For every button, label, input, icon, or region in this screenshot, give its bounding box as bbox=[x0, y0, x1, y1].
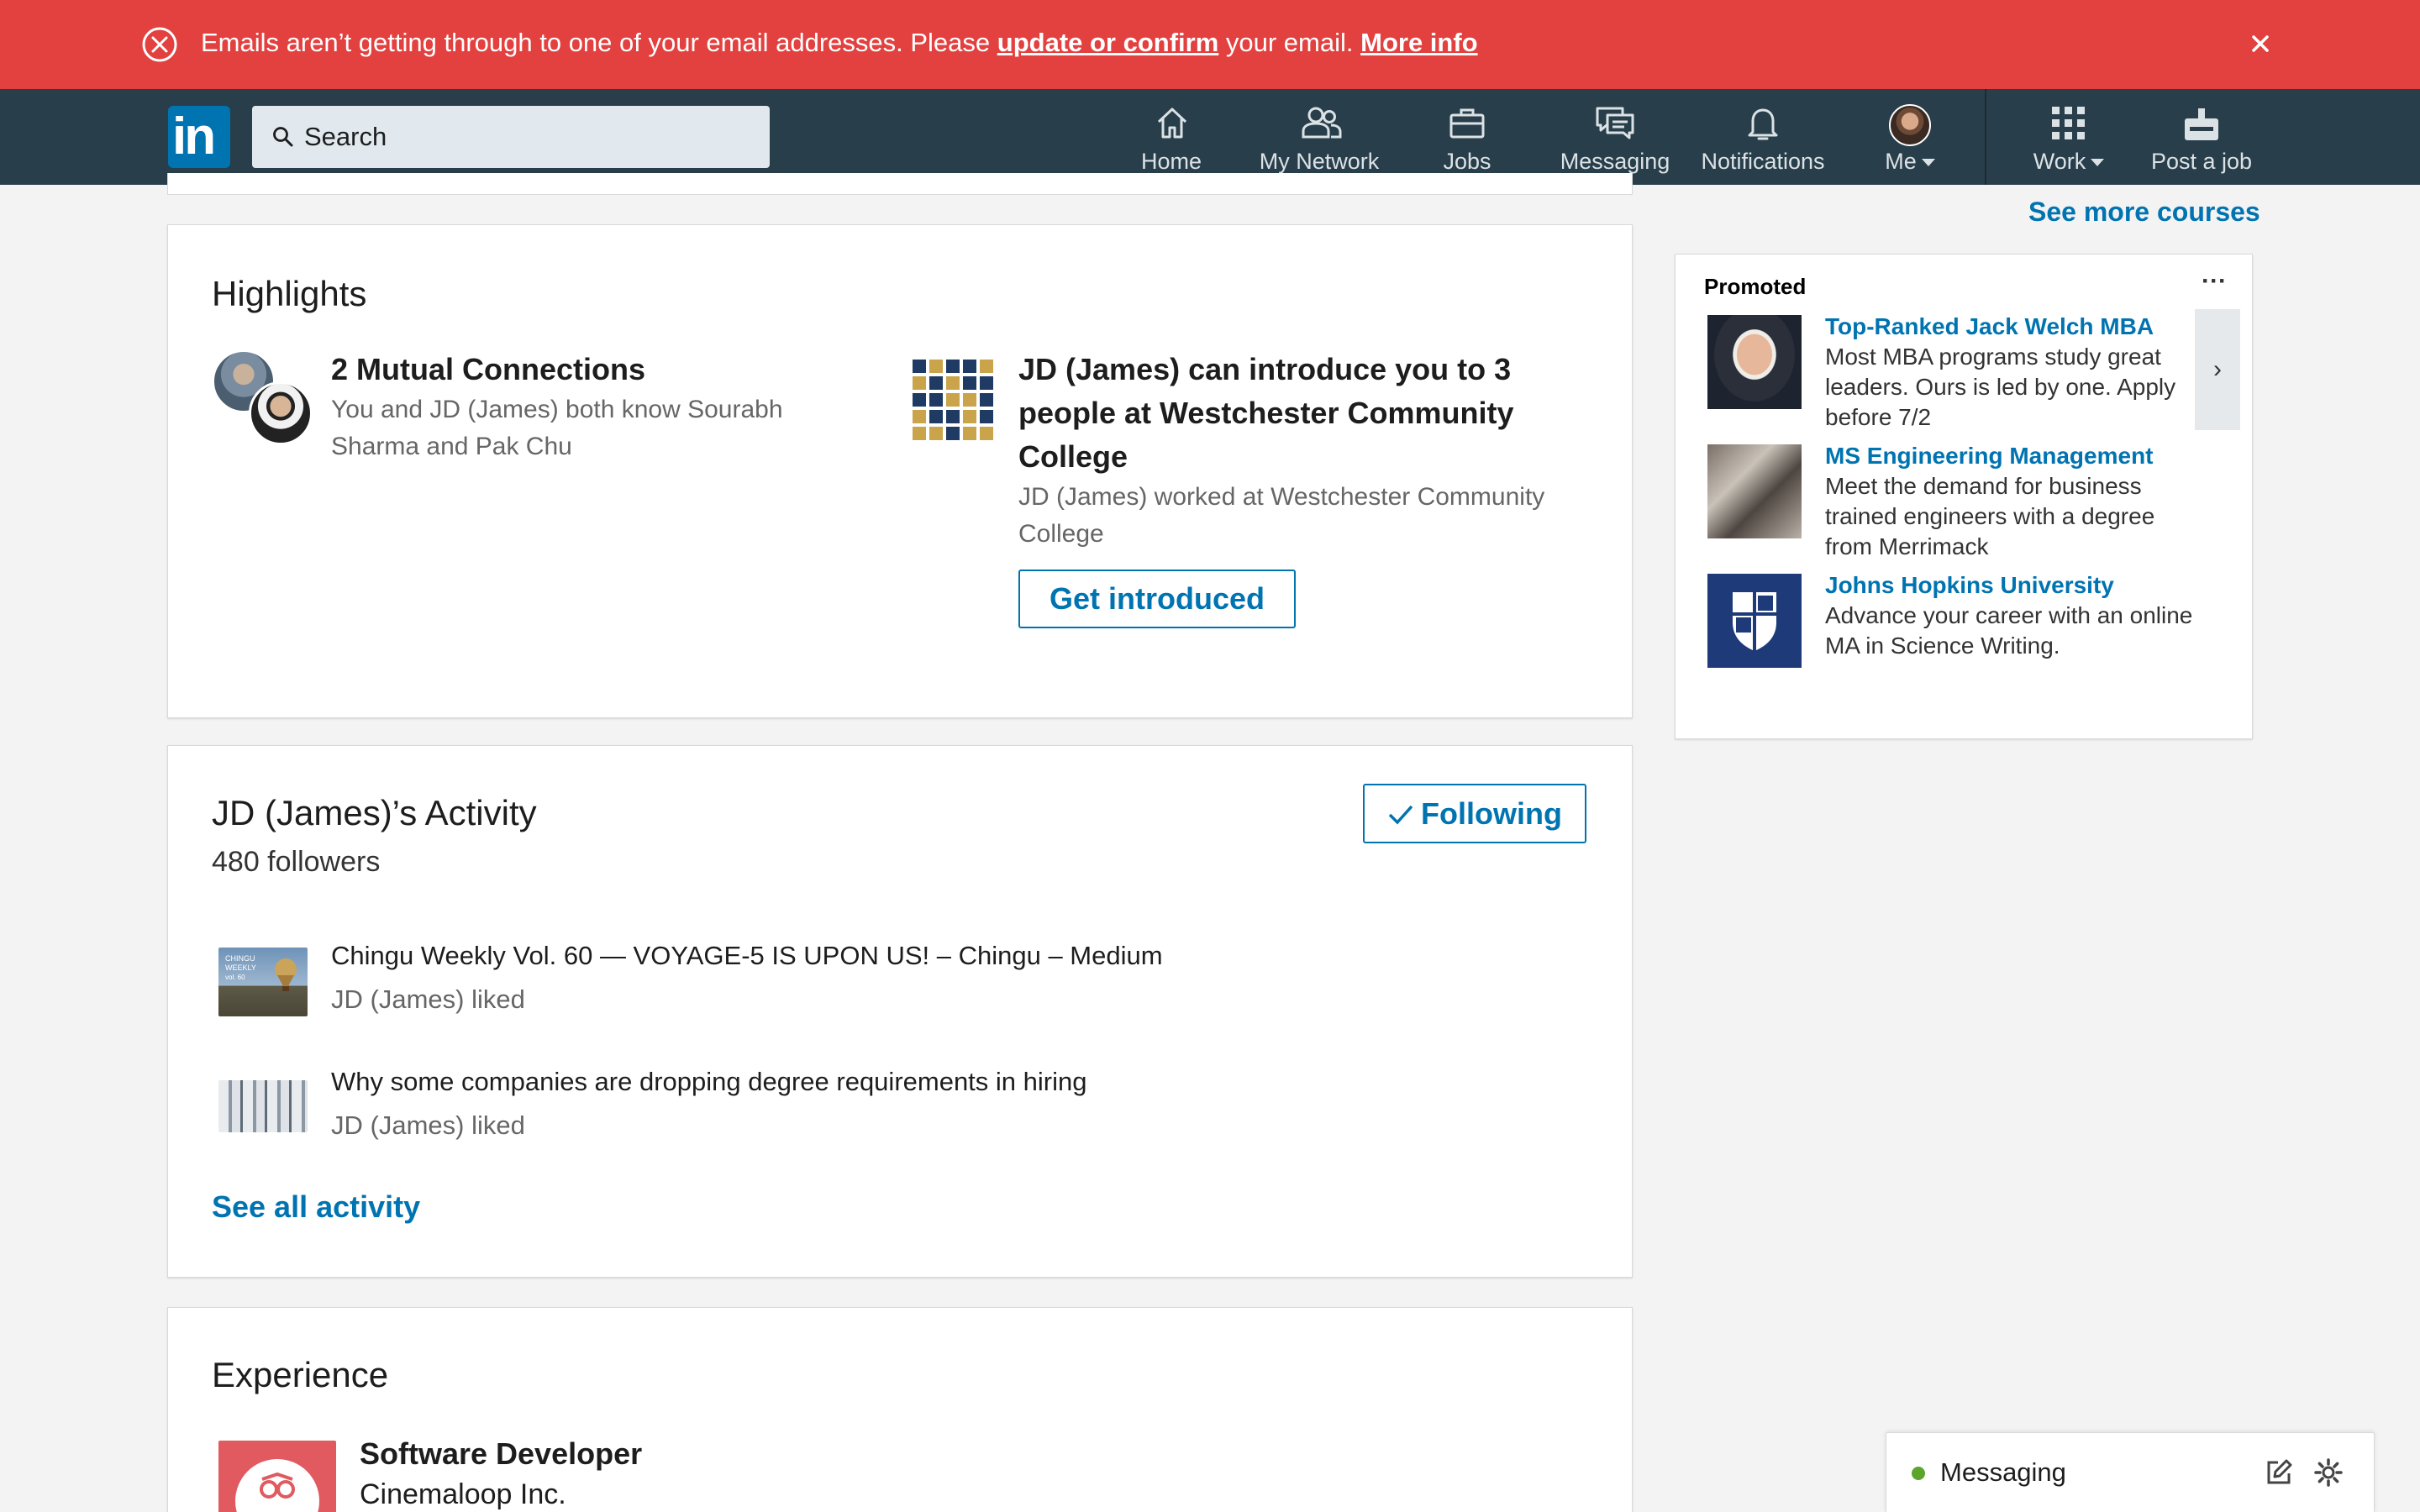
svg-text:vol. 60: vol. 60 bbox=[225, 974, 245, 981]
activity-card: JD (James)’s Activity 480 followers Foll… bbox=[167, 745, 1633, 1278]
nav-my-network-label: My Network bbox=[1259, 149, 1380, 174]
see-all-activity-link[interactable]: See all activity bbox=[212, 1188, 420, 1226]
nav-work[interactable]: Work bbox=[2025, 89, 2112, 185]
nav-home-label: Home bbox=[1140, 149, 1202, 174]
search-icon bbox=[273, 127, 293, 147]
chevron-right-icon[interactable]: › bbox=[2195, 309, 2240, 430]
nav-notifications-label: Notifications bbox=[1701, 149, 1825, 174]
alert-text-before: Emails aren’t getting through to one of … bbox=[201, 28, 997, 57]
email-alert-banner: Emails aren’t getting through to one of … bbox=[0, 0, 2420, 89]
grid-icon bbox=[2052, 107, 2085, 139]
followers-count: 480 followers bbox=[212, 846, 381, 878]
messaging-overlay-label[interactable]: Messaging bbox=[1940, 1453, 2066, 1492]
highlights-card: Highlights 2 Mutual Connections You and … bbox=[167, 224, 1633, 718]
nav-divider bbox=[1985, 89, 1986, 185]
promoted-label: Promoted bbox=[1704, 274, 1807, 299]
nav-me[interactable]: Me bbox=[1872, 89, 1948, 185]
activity-post-2-action: JD (James) liked bbox=[331, 1110, 525, 1140]
chingu-post-thumbnail: CHINGU WEEKLY vol. 60 bbox=[218, 948, 308, 1016]
company-name[interactable]: Cinemaloop Inc. bbox=[360, 1476, 566, 1512]
checkmark-icon bbox=[1388, 805, 1413, 825]
nav-work-label: Work bbox=[2025, 148, 2112, 175]
following-button[interactable]: Following bbox=[1363, 784, 1586, 843]
online-status-icon bbox=[1912, 1467, 1925, 1480]
nav-me-label: Me bbox=[1872, 148, 1948, 175]
avatar bbox=[1889, 104, 1931, 146]
degree-post-thumbnail bbox=[218, 1080, 308, 1132]
error-circle-icon bbox=[142, 27, 177, 62]
chevron-down-icon bbox=[1921, 159, 1935, 167]
messaging-icon bbox=[1596, 107, 1634, 139]
ad-1-title[interactable]: Top-Ranked Jack Welch MBA bbox=[1825, 312, 2154, 342]
nav-jobs[interactable]: Jobs bbox=[1428, 89, 1506, 185]
gear-icon[interactable] bbox=[2313, 1457, 2344, 1488]
hot-air-balloon-icon: CHINGU WEEKLY vol. 60 bbox=[225, 954, 297, 991]
alert-text-middle: your email. bbox=[1218, 28, 1361, 57]
mutual-connection-avatar-2 bbox=[249, 381, 313, 445]
westchester-community-college-logo bbox=[913, 360, 993, 440]
ad-1-desc: Most MBA programs study great leaders. O… bbox=[1825, 344, 2176, 430]
ad-3-desc: Advance your career with an online MA in… bbox=[1825, 602, 2193, 659]
nav-post-job-label: Post a job bbox=[2150, 149, 2253, 174]
merrimack-photo[interactable] bbox=[1707, 444, 1802, 538]
introduction-title[interactable]: JD (James) can introduce you to 3 people… bbox=[1018, 348, 1573, 479]
svg-text:CHINGU: CHINGU bbox=[225, 954, 255, 963]
cinemaloop-logo bbox=[218, 1441, 336, 1512]
nav-post-job[interactable]: Post a job bbox=[2143, 89, 2260, 185]
experience-card: Experience Software Developer Cinemaloop… bbox=[167, 1307, 1633, 1512]
shield-icon bbox=[1733, 592, 1776, 651]
mutual-connections-desc: You and JD (James) both know Sourabh Sha… bbox=[331, 396, 783, 460]
film-reel-icon bbox=[260, 1472, 295, 1499]
search-input[interactable] bbox=[304, 106, 758, 168]
experience-title: Experience bbox=[212, 1355, 389, 1394]
my-network-icon bbox=[1302, 107, 1342, 139]
update-email-link[interactable]: update or confirm bbox=[997, 28, 1219, 57]
jobs-icon bbox=[1449, 108, 1485, 139]
nav-my-network[interactable]: My Network bbox=[1249, 89, 1390, 185]
notifications-icon bbox=[1748, 108, 1778, 140]
introduction-desc: JD (James) worked at Westchester Communi… bbox=[1018, 483, 1545, 548]
following-label: Following bbox=[1421, 795, 1562, 831]
linkedin-logo[interactable]: in bbox=[168, 106, 230, 168]
compose-icon[interactable] bbox=[2265, 1458, 2293, 1487]
more-options-icon[interactable]: ··· bbox=[2202, 266, 2227, 297]
ad-2-title[interactable]: MS Engineering Management bbox=[1825, 441, 2154, 471]
jack-welch-photo[interactable] bbox=[1707, 315, 1802, 409]
post-job-icon bbox=[2185, 108, 2218, 140]
nav-home[interactable]: Home bbox=[1129, 89, 1213, 185]
previous-card-bottom bbox=[167, 173, 1633, 195]
ad-3-title[interactable]: Johns Hopkins University bbox=[1825, 570, 2114, 601]
close-icon[interactable] bbox=[2245, 29, 2275, 59]
chevron-down-icon bbox=[2091, 159, 2105, 167]
nav-notifications[interactable]: Notifications bbox=[1694, 89, 1832, 185]
activity-post-1-action: JD (James) liked bbox=[331, 984, 525, 1014]
nav-work-text: Work bbox=[2033, 149, 2086, 174]
promoted-card: Promoted ··· Top-Ranked Jack Welch MBA M… bbox=[1675, 254, 2253, 739]
svg-text:WEEKLY: WEEKLY bbox=[225, 963, 256, 972]
mutual-connections-title[interactable]: 2 Mutual Connections bbox=[331, 348, 869, 391]
activity-title: JD (James)’s Activity bbox=[212, 793, 537, 832]
highlights-title: Highlights bbox=[212, 274, 367, 313]
messaging-overlay[interactable]: Messaging bbox=[1886, 1432, 2375, 1512]
nav-jobs-label: Jobs bbox=[1443, 149, 1491, 174]
see-more-courses-link[interactable]: See more courses bbox=[2028, 193, 2260, 230]
activity-post-1-title[interactable]: Chingu Weekly Vol. 60 — VOYAGE-5 IS UPON… bbox=[331, 939, 1163, 973]
johns-hopkins-logo[interactable] bbox=[1707, 574, 1802, 668]
nav-messaging-label: Messaging bbox=[1560, 149, 1670, 174]
get-introduced-button[interactable]: Get introduced bbox=[1018, 570, 1296, 628]
global-nav: in Home My Network Jobs bbox=[0, 89, 2420, 185]
more-info-link[interactable]: More info bbox=[1360, 28, 1478, 57]
nav-messaging[interactable]: Messaging bbox=[1556, 89, 1674, 185]
activity-post-2-title[interactable]: Why some companies are dropping degree r… bbox=[331, 1065, 1086, 1099]
job-title[interactable]: Software Developer bbox=[360, 1432, 642, 1476]
ad-2-desc: Meet the demand for business trained eng… bbox=[1825, 473, 2155, 559]
alert-message: Emails aren’t getting through to one of … bbox=[201, 26, 1478, 60]
search-box[interactable] bbox=[252, 106, 770, 168]
nav-me-text: Me bbox=[1885, 149, 1917, 174]
home-icon bbox=[1157, 108, 1187, 139]
